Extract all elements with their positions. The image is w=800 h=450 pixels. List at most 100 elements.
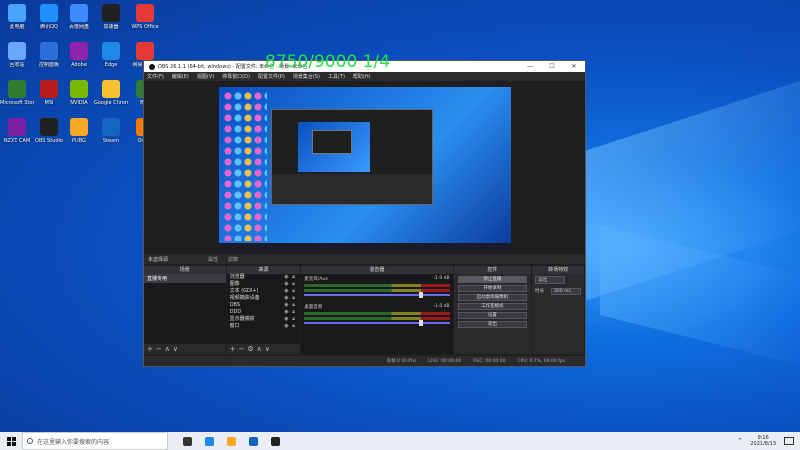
app-icon — [40, 118, 58, 136]
scene-item[interactable]: 直播专用 — [144, 274, 226, 283]
volume-slider[interactable] — [304, 292, 450, 298]
desktop-icon[interactable]: Steam — [94, 118, 128, 144]
preview-canvas[interactable] — [219, 87, 511, 249]
source-item[interactable]: 浏览器 ◉ 🔒︎ — [227, 274, 301, 281]
app-icon — [8, 80, 26, 98]
menu-profile[interactable]: 配置文件(P) — [258, 73, 285, 80]
taskbar-app-icon[interactable] — [242, 432, 264, 450]
taskbar-app-icon[interactable] — [176, 432, 198, 450]
sources-list[interactable]: 浏览器 ◉ 🔒︎ 图像 ◉ 🔒︎ 文本 (GDI+) ◉ 🔒︎ 视频捕获设备 ◉ 🔒︎ OBS ◉ 🔒︎ DD… — [226, 274, 301, 344]
add-scene-icon[interactable]: + — [147, 345, 156, 353]
source-item[interactable]: 文本 (GDI+) ◉ 🔒︎ — [227, 288, 301, 295]
desktop-icon[interactable]: Edge — [94, 42, 128, 68]
lock-icon[interactable]: 🔒︎ — [292, 274, 300, 281]
stop-streaming-button[interactable]: 停止直播 — [457, 276, 528, 283]
scene-up-icon[interactable]: ∧ — [165, 345, 173, 353]
desktop-icon[interactable]: 控制面板 — [32, 42, 66, 68]
properties-button[interactable]: 属性 — [208, 256, 218, 263]
menu-scene-collection[interactable]: 场景集合(S) — [293, 73, 320, 80]
visibility-eye-icon[interactable]: ◉ — [284, 295, 292, 302]
menu-tools[interactable]: 工具(T) — [328, 73, 345, 80]
tray-chevron-icon[interactable]: ^ — [738, 438, 742, 444]
filters-button[interactable]: 滤镜 — [228, 256, 238, 263]
menu-help[interactable]: 帮助(H) — [353, 73, 371, 80]
desktop-icon-label: 回收站 — [9, 62, 25, 68]
visibility-eye-icon[interactable]: ◉ — [284, 302, 292, 309]
lock-icon[interactable]: 🔒︎ — [292, 309, 300, 316]
overlay-counter: 8750/9000 1/4 — [265, 52, 391, 72]
preview-desktop-icons — [223, 91, 267, 241]
desktop-icon[interactable]: Adobe — [62, 42, 96, 68]
obs-window[interactable]: OBS 26.1.1 (64-bit, windows) - 配置文件: 未命名… — [143, 60, 586, 367]
source-item[interactable]: DDD ◉ 🔒︎ — [227, 309, 301, 316]
desktop-icon[interactable]: 此电脑 — [0, 4, 34, 30]
taskbar-app-icon[interactable] — [198, 432, 220, 450]
start-recording-button[interactable]: 开始录制 — [457, 285, 528, 292]
system-tray: ^ 9:16 2021/8/13 — [738, 435, 800, 447]
start-button[interactable] — [0, 432, 22, 450]
settings-button[interactable]: 设置 — [457, 312, 528, 319]
desktop-icon[interactable]: WPS Office — [128, 4, 162, 30]
add-source-icon[interactable]: + — [230, 345, 239, 353]
desktop-icon[interactable]: Microsoft Store — [0, 80, 34, 106]
lock-icon[interactable]: 🔒︎ — [292, 316, 300, 323]
visibility-eye-icon[interactable]: ◉ — [284, 281, 292, 288]
visibility-eye-icon[interactable]: ◉ — [284, 288, 292, 295]
lock-icon[interactable]: 🔒︎ — [292, 323, 300, 330]
volume-slider[interactable] — [304, 320, 450, 326]
menu-docks[interactable]: 停靠窗口(D) — [222, 73, 250, 80]
visibility-eye-icon[interactable]: ◉ — [284, 274, 292, 281]
lock-icon[interactable]: 🔒︎ — [292, 281, 300, 288]
desktop-icon[interactable]: 加速器 — [94, 4, 128, 30]
desktop-icon[interactable]: MSI — [32, 80, 66, 106]
source-down-icon[interactable]: ∨ — [265, 345, 273, 353]
taskbar-app-icon[interactable] — [220, 432, 242, 450]
scene-down-icon[interactable]: ∨ — [173, 345, 181, 353]
source-item[interactable]: OBS ◉ 🔒︎ — [227, 302, 301, 309]
source-settings-icon[interactable]: ⚙ — [247, 345, 256, 353]
source-item[interactable]: 窗口 ◉ 🔒︎ — [227, 323, 301, 330]
close-button[interactable]: ✕ — [563, 63, 585, 70]
desktop-icon[interactable]: OBS Studio — [32, 118, 66, 144]
lock-icon[interactable]: 🔒︎ — [292, 295, 300, 302]
app-icon — [8, 118, 26, 136]
desktop-icon[interactable]: 腾讯QQ — [32, 4, 66, 30]
lock-icon[interactable]: 🔒︎ — [292, 302, 300, 309]
exit-button[interactable]: 退出 — [457, 321, 528, 328]
taskbar-clock[interactable]: 9:16 2021/8/13 — [750, 435, 776, 447]
desktop-icon[interactable]: 百度网盘 — [62, 4, 96, 30]
desktop-icon[interactable]: Google Chrome — [94, 80, 128, 106]
lock-icon[interactable]: 🔒︎ — [292, 288, 300, 295]
visibility-eye-icon[interactable]: ◉ — [284, 316, 292, 323]
search-icon — [27, 438, 33, 444]
menu-file[interactable]: 文件(F) — [147, 73, 164, 80]
menu-bar: 文件(F) 编辑(E) 视图(V) 停靠窗口(D) 配置文件(P) 场景集合(S… — [144, 72, 585, 81]
studio-mode-button[interactable]: 工作室模式 — [457, 303, 528, 310]
maximize-button[interactable]: ☐ — [541, 63, 563, 70]
menu-edit[interactable]: 编辑(E) — [172, 73, 189, 80]
desktop-icon-label: MSI — [44, 100, 54, 106]
desktop-icon[interactable]: PUBG — [62, 118, 96, 144]
source-item[interactable]: 图像 ◉ 🔒︎ — [227, 281, 301, 288]
desktop-icon-label: Edge — [104, 62, 118, 68]
source-item[interactable]: 视频捕获设备 ◉ 🔒︎ — [227, 295, 301, 302]
visibility-eye-icon[interactable]: ◉ — [284, 323, 292, 330]
desktop-icon[interactable]: NZXT CAM — [0, 118, 34, 144]
scenes-list[interactable]: 直播专用 — [144, 274, 226, 344]
taskbar-app-icon[interactable] — [264, 432, 286, 450]
transition-select[interactable]: 淡出 — [535, 276, 566, 284]
source-item[interactable]: 显示器捕获 ◉ 🔒︎ — [227, 316, 301, 323]
notification-icon[interactable] — [784, 437, 794, 445]
taskbar-search[interactable]: 在这里输入你要搜索的内容 — [22, 432, 168, 450]
app-icon — [40, 42, 58, 60]
menu-view[interactable]: 视图(V) — [197, 73, 214, 80]
desktop-icon[interactable]: NVIDIA — [62, 80, 96, 106]
visibility-eye-icon[interactable]: ◉ — [284, 309, 292, 316]
duration-input[interactable]: 300 ms — [551, 288, 581, 295]
desktop-icon[interactable]: 回收站 — [0, 42, 34, 68]
source-name: OBS — [229, 302, 241, 308]
virtual-camera-button[interactable]: 启动虚拟摄像机 — [457, 294, 528, 301]
minimize-button[interactable]: — — [519, 63, 541, 70]
source-up-icon[interactable]: ∧ — [257, 345, 265, 353]
remove-scene-icon[interactable]: − — [156, 345, 165, 353]
